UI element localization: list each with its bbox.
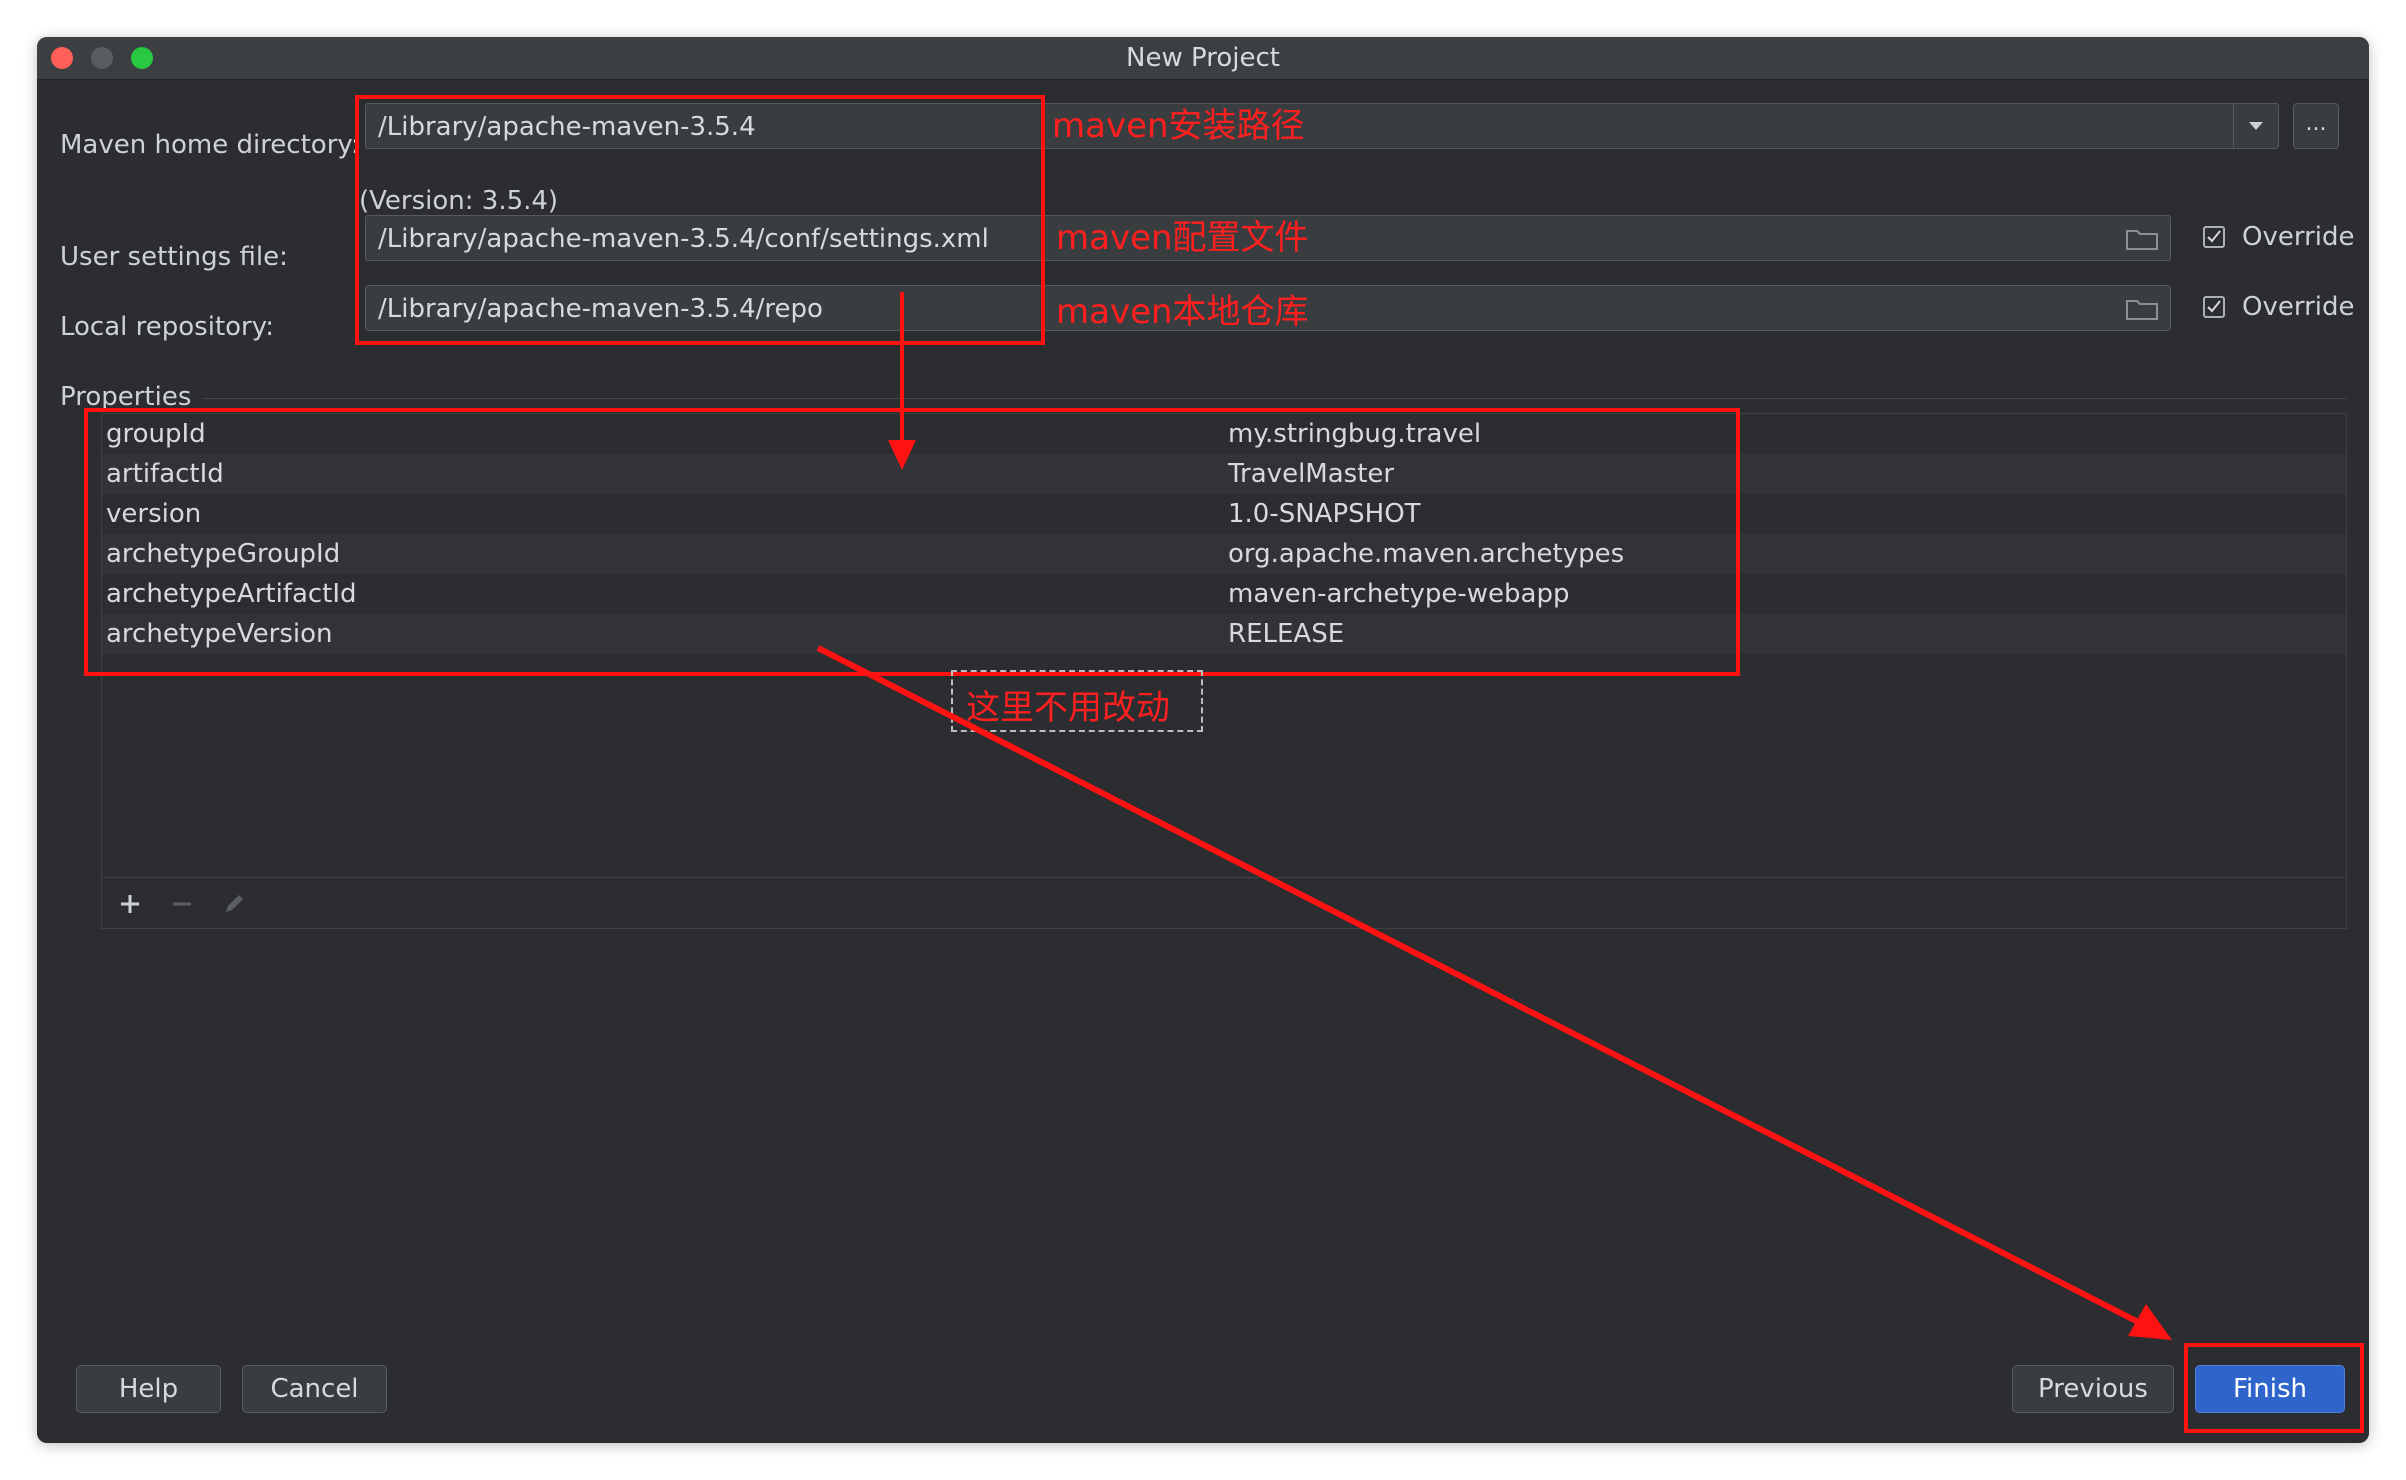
arrow-to-finish-line [816,645,2148,1329]
arrow-down-head [888,440,916,470]
annotation-arrows [816,292,2172,1340]
